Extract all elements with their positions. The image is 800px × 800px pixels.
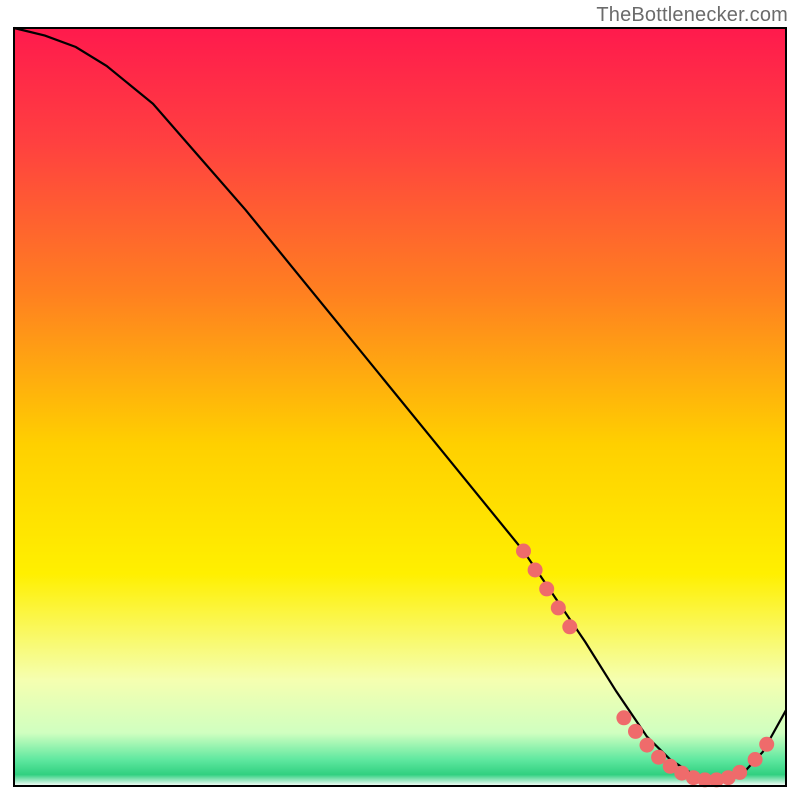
attribution-label: TheBottlenecker.com: [596, 4, 788, 27]
curve-marker: [640, 738, 655, 753]
curve-marker: [551, 600, 566, 615]
curve-marker: [628, 724, 643, 739]
curve-marker: [562, 619, 577, 634]
curve-marker: [759, 737, 774, 752]
curve-marker: [528, 563, 543, 578]
curve-marker: [732, 765, 747, 780]
curve-marker: [616, 710, 631, 725]
plot-background: [14, 28, 786, 786]
curve-marker: [516, 544, 531, 559]
chart-container: TheBottlenecker.com: [0, 0, 800, 800]
bottleneck-chart: [0, 0, 800, 800]
curve-marker: [748, 752, 763, 767]
curve-marker: [539, 581, 554, 596]
